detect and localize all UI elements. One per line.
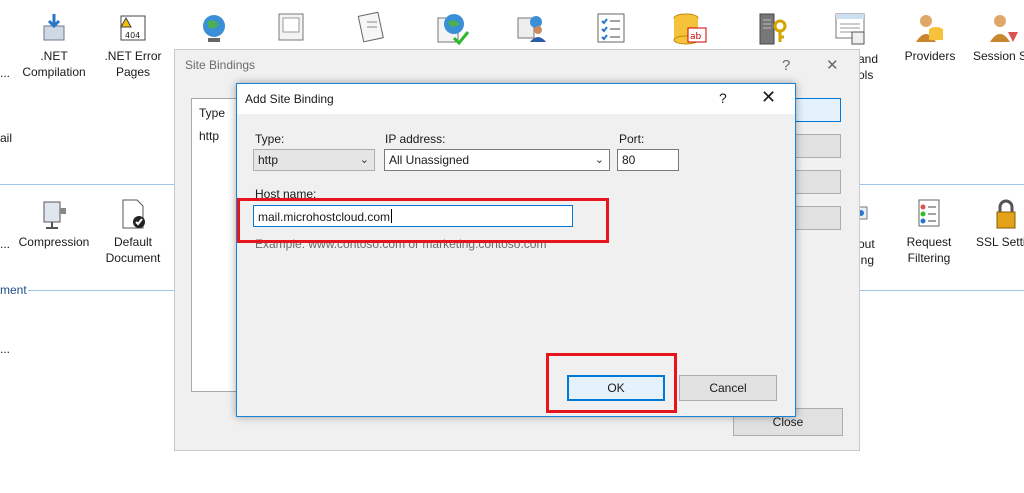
cancel-button[interactable]: Cancel: [679, 375, 777, 401]
feature-compression[interactable]: Compression: [12, 198, 96, 250]
group-separator: [28, 290, 174, 291]
feature-default-document[interactable]: Default Document: [91, 198, 175, 266]
feature-net-compilation[interactable]: .NET Compilation: [12, 12, 96, 80]
port-value: 80: [622, 153, 636, 167]
partial-label: ...: [0, 237, 11, 251]
globe-check-icon: [436, 12, 470, 49]
svg-text:ab: ab: [690, 32, 702, 42]
type-label: Type:: [255, 132, 285, 146]
providers-icon: [914, 12, 946, 44]
host-name-highlight: [237, 198, 609, 243]
globe-icon: [199, 12, 229, 47]
request-filtering-icon: [913, 198, 945, 230]
help-button[interactable]: ?: [782, 57, 790, 74]
default-document-icon: [117, 198, 149, 230]
feature-label: Providers: [904, 49, 956, 63]
feature-providers[interactable]: Providers: [888, 12, 972, 64]
feature-label: Session S: [973, 49, 1024, 63]
feature-request-filtering[interactable]: Request Filtering: [887, 198, 971, 266]
port-field[interactable]: 80: [617, 149, 679, 171]
feature-label: Compression: [18, 235, 90, 249]
feature-label: Default Document: [105, 235, 161, 265]
partial-label: ...: [0, 66, 11, 80]
feature-label: .NET Compilation: [22, 49, 86, 79]
partial-label: ment: [0, 283, 27, 297]
ok-button-highlight: [546, 353, 677, 413]
group-separator: [0, 184, 174, 185]
chevron-down-icon: ⌄: [359, 154, 369, 166]
dialog-titlebar: Add Site Binding ? ✕: [237, 84, 795, 114]
list-item[interactable]: http: [199, 129, 219, 143]
svg-text:404: 404: [125, 31, 140, 40]
feature-label: .NET Error Pages: [104, 49, 162, 79]
feature-session-state[interactable]: Session S: [968, 12, 1024, 64]
ip-address-label: IP address:: [385, 132, 446, 146]
port-label: Port:: [619, 132, 645, 146]
partial-label: ...: [0, 342, 11, 356]
type-select[interactable]: http ⌄: [253, 149, 375, 171]
type-value: http: [258, 153, 279, 167]
handler-mappings-icon: [834, 12, 868, 49]
ssl-lock-icon: [990, 198, 1022, 230]
server-key-icon: [756, 12, 788, 49]
session-state-icon: [988, 12, 1020, 44]
close-icon[interactable]: ✕: [826, 56, 839, 74]
users-icon: [516, 12, 548, 47]
partial-label: ing: [858, 253, 875, 267]
help-button[interactable]: ?: [719, 90, 727, 106]
partial-label: ols: [858, 68, 874, 82]
partial-label: out: [858, 237, 875, 251]
partial-label: and: [858, 52, 879, 66]
close-icon[interactable]: ✕: [761, 87, 776, 108]
feature-label: Request Filtering: [906, 235, 952, 265]
feature-net-error-pages[interactable]: 404 .NET Error Pages: [91, 12, 175, 80]
dialog-title: Add Site Binding: [245, 92, 334, 106]
error-page-404-icon: 404: [117, 12, 149, 44]
certificate-icon: [357, 11, 387, 47]
screen-icon: [277, 12, 307, 47]
add-site-binding-dialog: Add Site Binding ? ✕ Type: http ⌄ IP add…: [236, 83, 796, 417]
checklist-icon: [596, 12, 626, 47]
compression-vise-icon: [38, 198, 70, 230]
group-separator: [858, 290, 1024, 291]
group-separator: [858, 184, 1024, 185]
column-header-type[interactable]: Type: [199, 106, 225, 120]
ip-address-value: All Unassigned: [389, 153, 470, 167]
chevron-down-icon: ⌄: [594, 154, 604, 166]
database-ab-icon: ab: [672, 12, 708, 49]
net-compilation-icon: [38, 12, 70, 44]
feature-ssl-settings[interactable]: SSL Setti: [968, 198, 1024, 250]
partial-label: ail: [0, 131, 13, 145]
window-title: Site Bindings: [185, 58, 256, 72]
ip-address-select[interactable]: All Unassigned ⌄: [384, 149, 610, 171]
feature-label: SSL Setti: [976, 235, 1024, 249]
